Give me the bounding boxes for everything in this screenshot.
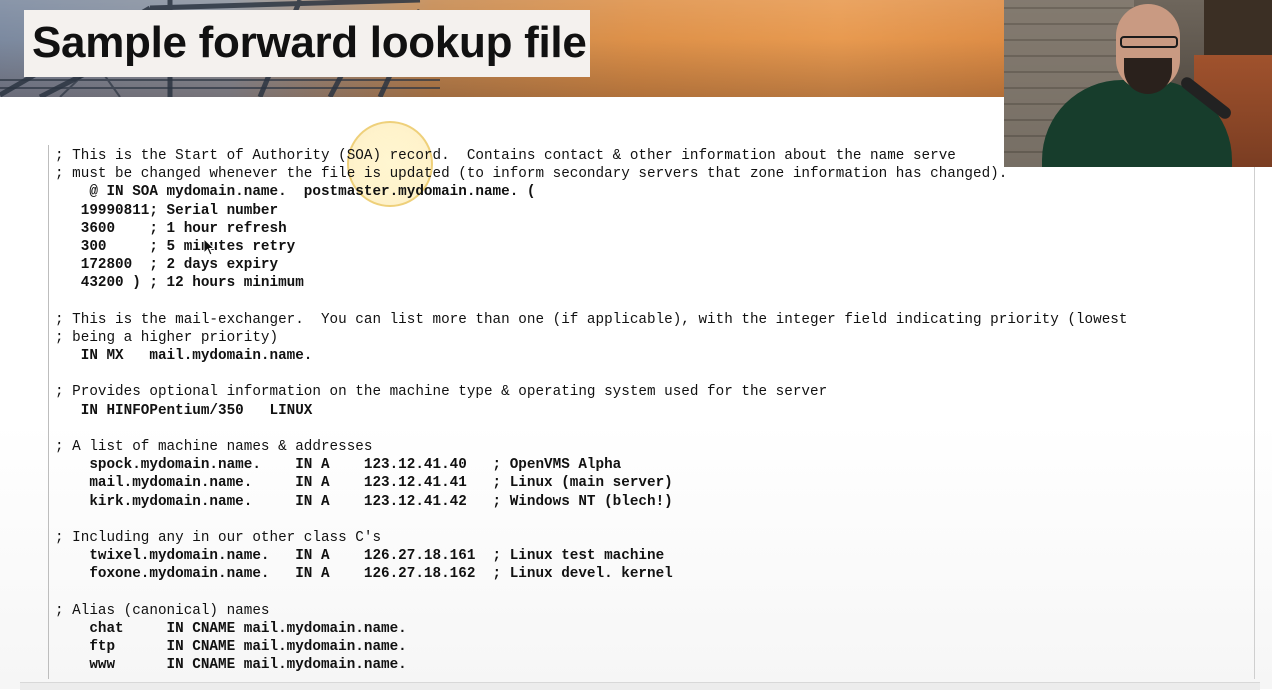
comment-line: ; A list of machine names & addresses: [55, 439, 373, 455]
comment-line: ; This is the Start of Authority (SOA) r…: [55, 148, 956, 164]
record-line: 300 ; 5 minutes retry: [55, 238, 296, 255]
comment-line: ; Alias (canonical) names: [55, 602, 270, 619]
record-line: 3600 ; 1 hour refresh: [55, 220, 287, 237]
record-line: chat IN CNAME mail.mydomain.name.: [55, 620, 407, 637]
record-line: ftp IN CNAME mail.mydomain.name.: [55, 639, 407, 656]
slide-title: Sample forward lookup file: [32, 18, 587, 67]
record-line: 19990811; Serial number: [55, 202, 279, 219]
comment-line: ; This is the mail-exchanger. You can li…: [55, 311, 1128, 328]
comment-line: ; being a higher priority): [55, 329, 279, 346]
record-line: kirk.mydomain.name. IN A 123.12.41.42 ; …: [55, 493, 673, 510]
zone-file-listing: ; This is the Start of Authority (SOA) r…: [55, 147, 1127, 674]
comment-line: ; must be changed whenever the file is u…: [55, 166, 1008, 183]
record-line: twixel.mydomain.name. IN A 126.27.18.161…: [55, 548, 665, 565]
record-line: @ IN SOA mydomain.name. postmaster.mydom…: [55, 184, 536, 201]
presenter-webcam: [1004, 0, 1272, 167]
shelf-background: [1204, 0, 1272, 55]
record-line: 172800 ; 2 days expiry: [55, 257, 279, 274]
record-line: 43200 ) ; 12 hours minimum: [55, 275, 304, 292]
mouse-pointer-icon: [203, 238, 215, 256]
record-line: spock.mydomain.name. IN A 123.12.41.40 ;…: [55, 457, 622, 474]
comment-line: ; Including any in our other class C's: [55, 529, 382, 546]
comment-line: ; Provides optional information on the m…: [55, 384, 828, 401]
record-line: www IN CNAME mail.mydomain.name.: [55, 657, 407, 674]
record-line: IN MX mail.mydomain.name.: [55, 348, 313, 365]
title-box: Sample forward lookup file: [24, 10, 590, 77]
presenter-glasses: [1120, 36, 1178, 48]
record-line: IN HINFOPentium/350 LINUX: [55, 402, 313, 419]
record-line: mail.mydomain.name. IN A 123.12.41.41 ; …: [55, 475, 673, 492]
record-line: foxone.mydomain.name. IN A 126.27.18.162…: [55, 566, 673, 583]
